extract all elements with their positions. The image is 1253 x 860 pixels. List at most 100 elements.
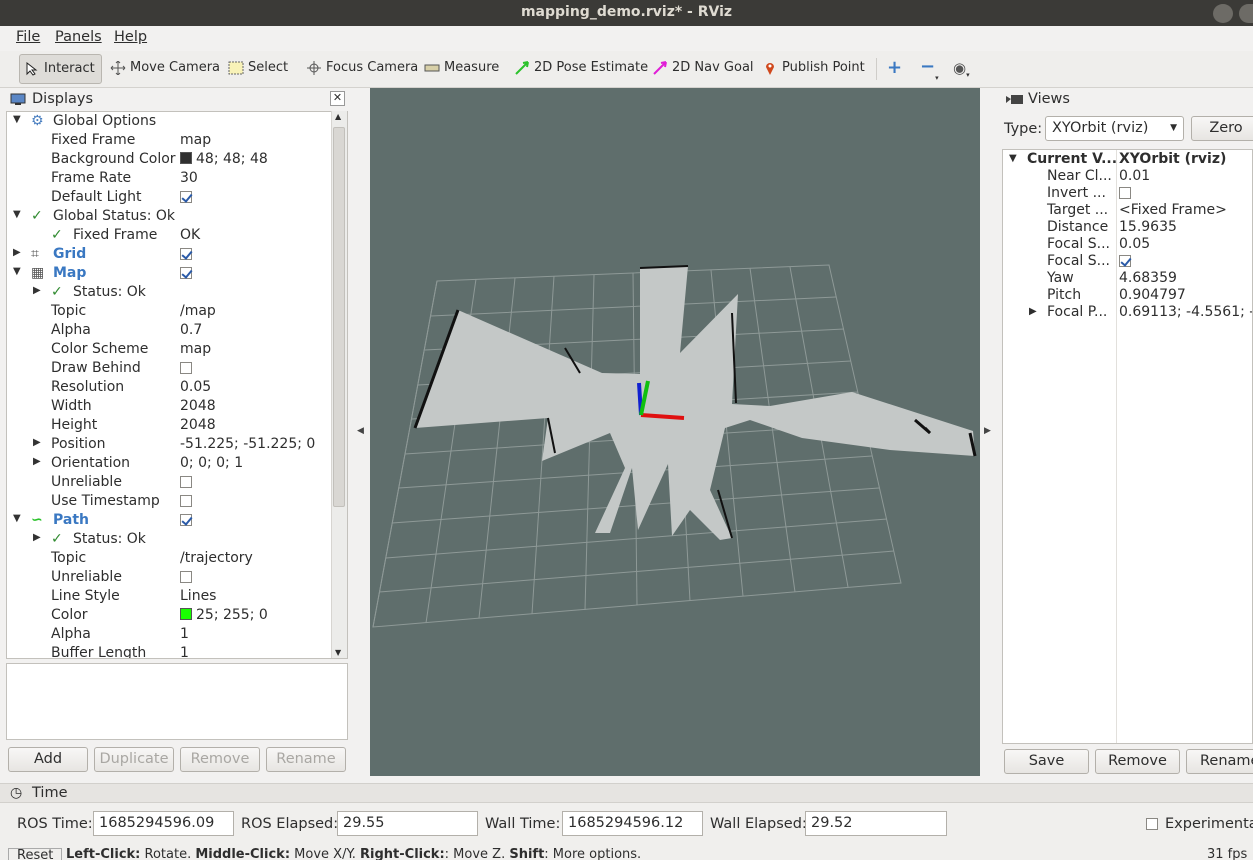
tree-row-draw-behind[interactable]: Draw Behind <box>7 359 337 378</box>
tree-row-color-scheme[interactable]: Color Scheme map <box>7 340 337 359</box>
eye-icon[interactable]: ◉▾ <box>953 59 977 79</box>
tool-select-button[interactable]: Select <box>226 58 288 81</box>
tree-row-path-unreliable[interactable]: Unreliable <box>7 568 337 587</box>
ros-elapsed-field[interactable]: 29.55 <box>337 811 478 836</box>
tree-row-status-fixed-frame[interactable]: ✓ Fixed Frame OK <box>7 226 337 245</box>
time-panel: ◷ Time ROS Time: 1685294596.09 ROS Elaps… <box>0 783 1253 860</box>
right-splitter-arrow-icon[interactable]: ▶ <box>984 426 991 436</box>
wall-elapsed-field[interactable]: 29.52 <box>805 811 947 836</box>
tool-focus-camera-button[interactable]: Focus Camera <box>304 58 418 81</box>
displays-scrollbar-thumb[interactable] <box>333 127 345 507</box>
tree-row-map-status[interactable]: ▶ ✓ Status: Ok <box>7 283 337 302</box>
remove-display-button[interactable]: Remove <box>180 747 260 772</box>
displays-close-icon[interactable]: ✕ <box>330 91 345 106</box>
tree-row-line-style[interactable]: Line Style Lines <box>7 587 337 606</box>
render-viewport[interactable] <box>370 88 980 776</box>
view-row-focal-shape-fixed[interactable]: Focal S... <box>1003 253 1252 270</box>
path-enabled-checkbox[interactable] <box>180 514 192 526</box>
window-maximize-button[interactable] <box>1239 4 1253 23</box>
tree-row-fixed-frame[interactable]: Fixed Frame map <box>7 131 337 150</box>
menu-file[interactable]: File <box>16 29 40 45</box>
views-panel: Views Type: XYOrbit (rviz) ▼ Zero ▼ Curren… <box>1002 89 1253 778</box>
tree-row-resolution[interactable]: Resolution 0.05 <box>7 378 337 397</box>
rename-display-button[interactable]: Rename <box>266 747 346 772</box>
magenta-arrow-icon <box>653 61 667 75</box>
tree-row-width[interactable]: Width 2048 <box>7 397 337 416</box>
view-row-pitch[interactable]: Pitch 0.904797 <box>1003 287 1252 304</box>
focus-target-icon <box>307 61 321 75</box>
duplicate-display-button[interactable]: Duplicate <box>94 747 174 772</box>
left-splitter-arrow-icon[interactable]: ◀ <box>357 426 364 436</box>
tree-row-use-timestamp[interactable]: Use Timestamp <box>7 492 337 511</box>
ros-time-label: ROS Time: <box>17 816 93 832</box>
select-box-icon <box>228 61 244 75</box>
default-light-checkbox[interactable] <box>180 191 192 203</box>
tool-measure-button[interactable]: Measure <box>422 58 499 81</box>
view-row-distance[interactable]: Distance 15.9635 <box>1003 219 1252 236</box>
remove-tool-minus-icon[interactable]: −▾ <box>920 58 940 83</box>
zero-view-button[interactable]: Zero <box>1191 116 1253 141</box>
tool-nav-goal-button[interactable]: 2D Nav Goal <box>650 58 754 81</box>
map-unreliable-checkbox[interactable] <box>180 476 192 488</box>
tree-row-path-topic[interactable]: Topic/trajectory <box>7 549 337 568</box>
view-row-near-clip[interactable]: Near Cl... 0.01 <box>1003 168 1252 185</box>
tool-move-camera-button[interactable]: Move Camera <box>108 58 220 81</box>
tree-row-map-topic[interactable]: Topic/map <box>7 302 337 321</box>
tree-row-path-color[interactable]: Color 25; 255; 0 <box>7 606 337 625</box>
monitor-icon <box>10 93 26 105</box>
view-row-yaw[interactable]: Yaw 4.68359 <box>1003 270 1252 287</box>
tree-row-default-light[interactable]: Default Light <box>7 188 337 207</box>
path-color-swatch[interactable] <box>180 608 192 620</box>
tree-row-path[interactable]: ▼ ∽ Path <box>7 511 337 530</box>
tree-row-path-alpha[interactable]: Alpha 1 <box>7 625 337 644</box>
tree-row-position[interactable]: ▶ Position -51.225; -51.225; 0 <box>7 435 337 454</box>
time-title: Time <box>32 785 68 801</box>
tree-row-map[interactable]: ▼ ▦ Map <box>7 264 337 283</box>
wall-time-field[interactable]: 1685294596.12 <box>562 811 703 836</box>
rename-view-button[interactable]: Rename <box>1186 749 1253 774</box>
tree-row-frame-rate[interactable]: Frame Rate 30 <box>7 169 337 188</box>
draw-behind-checkbox[interactable] <box>180 362 192 374</box>
tool-interact-button[interactable]: Interact <box>19 54 102 84</box>
view-type-select[interactable]: XYOrbit (rviz) ▼ <box>1045 116 1184 141</box>
menu-panels[interactable]: Panels <box>55 29 102 45</box>
menu-help[interactable]: Help <box>114 29 147 45</box>
green-arrow-icon <box>515 61 529 75</box>
save-view-button[interactable]: Save <box>1004 749 1089 774</box>
ros-time-field[interactable]: 1685294596.09 <box>93 811 234 836</box>
remove-view-button[interactable]: Remove <box>1095 749 1180 774</box>
window-close-button[interactable] <box>1213 4 1233 23</box>
invert-z-checkbox[interactable] <box>1119 187 1131 199</box>
tree-row-path-status[interactable]: ▶ ✓ Status: Ok <box>7 530 337 549</box>
tree-row-background-color[interactable]: Background Color 48; 48; 48 <box>7 150 337 169</box>
view-row-invert[interactable]: Invert ... <box>1003 185 1252 202</box>
tree-row-map-alpha[interactable]: Alpha 0.7 <box>7 321 337 340</box>
tool-pose-estimate-button[interactable]: 2D Pose Estimate <box>512 58 648 81</box>
displays-tree: ▼ ⚙ Global Options Fixed Frame map Backgrou… <box>6 111 348 659</box>
use-timestamp-checkbox[interactable] <box>180 495 192 507</box>
focal-shape-fixed-checkbox[interactable] <box>1119 255 1131 267</box>
add-display-button[interactable]: Add <box>8 747 88 772</box>
view-row-focal-point[interactable]: ▶ Focal P... 0.69113; -4.5561; -9. <box>1003 304 1252 321</box>
tree-row-global-status[interactable]: ▼ ✓ Global Status: Ok <box>7 207 337 226</box>
background-color-swatch[interactable] <box>180 152 192 164</box>
path-unreliable-checkbox[interactable] <box>180 571 192 583</box>
map-enabled-checkbox[interactable] <box>180 267 192 279</box>
tool-publish-point-button[interactable]: Publish Point <box>760 58 865 81</box>
tree-row-orientation[interactable]: ▶ Orientation 0; 0; 0; 1 <box>7 454 337 473</box>
tree-row-map-unreliable[interactable]: Unreliable <box>7 473 337 492</box>
tree-row-global-options[interactable]: ▼ ⚙ Global Options <box>7 112 337 131</box>
view-row-focal-shape-size[interactable]: Focal S... 0.05 <box>1003 236 1252 253</box>
tree-row-height[interactable]: Height 2048 <box>7 416 337 435</box>
experimental-checkbox[interactable] <box>1146 818 1158 830</box>
view-row-current[interactable]: ▼ Current V... XYOrbit (rviz) <box>1003 151 1252 168</box>
view-row-target-frame[interactable]: Target ... <Fixed Frame> <box>1003 202 1252 219</box>
tree-row-buffer-length[interactable]: Buffer Length 1 <box>7 644 337 658</box>
tree-row-grid[interactable]: ▶ ⌗ Grid <box>7 245 337 264</box>
cursor-icon <box>26 62 38 76</box>
grid-enabled-checkbox[interactable] <box>180 248 192 260</box>
map-scene[interactable] <box>370 88 980 776</box>
occupancy-map <box>413 265 977 540</box>
reset-button[interactable]: Reset <box>8 848 63 860</box>
add-tool-plus-icon[interactable]: + <box>887 59 903 77</box>
